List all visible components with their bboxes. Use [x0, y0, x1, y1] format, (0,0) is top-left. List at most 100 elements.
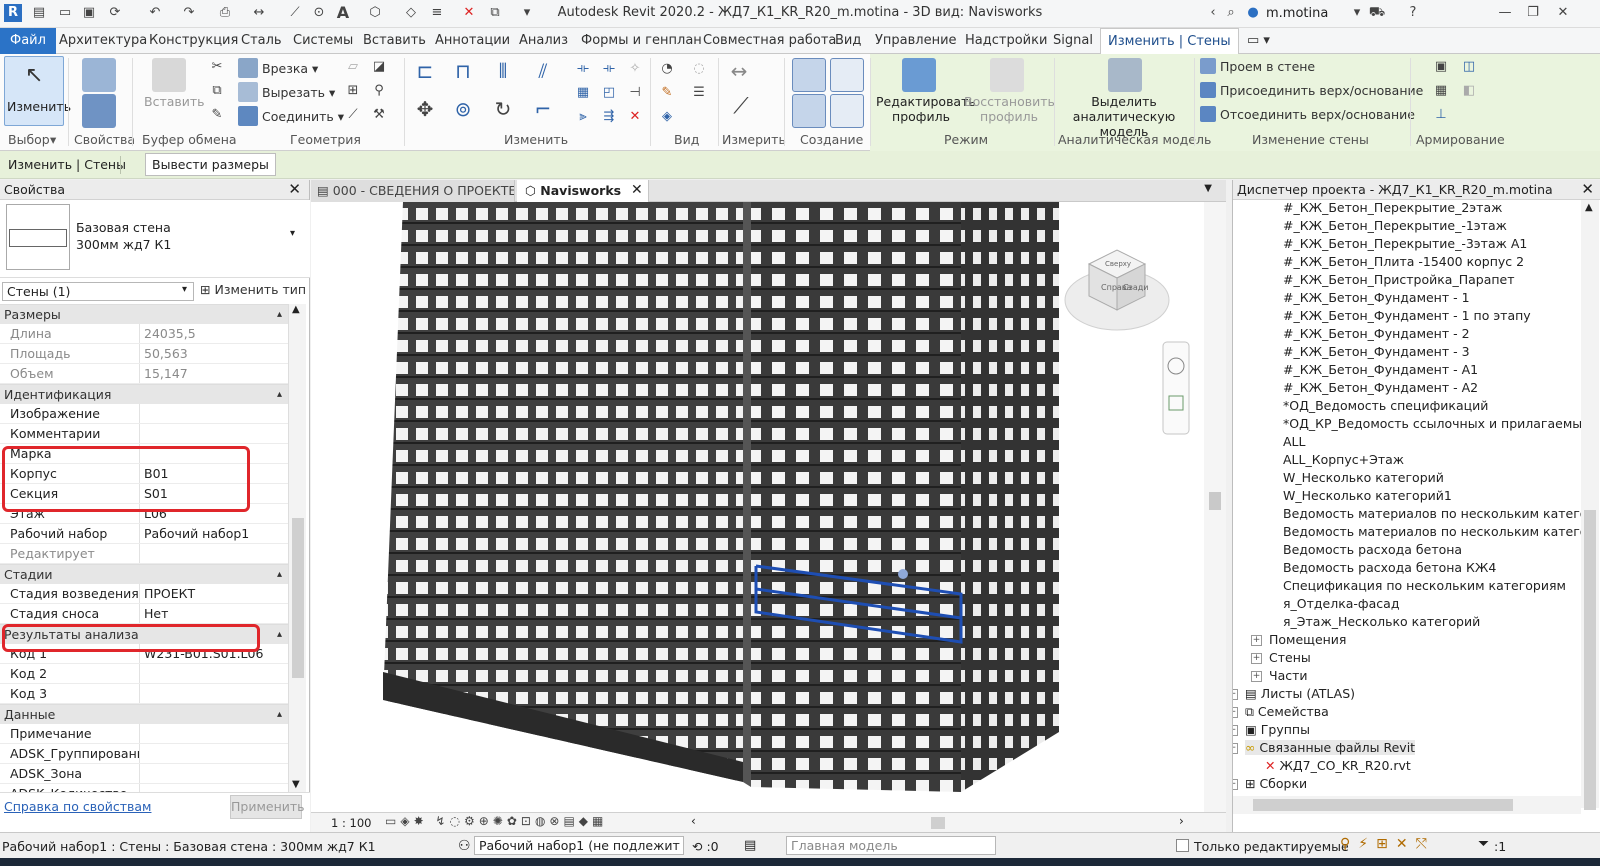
edit-profile-button[interactable]: Редактировать профиль	[876, 94, 976, 124]
property-value[interactable]	[140, 744, 288, 763]
extend-icon[interactable]: ⇶	[600, 108, 618, 126]
browser-schedule-item[interactable]: Ведомость расхода бетона	[1283, 542, 1462, 557]
browser-schedule-item[interactable]: #_КЖ_Бетон_Перекрытие_-3этаж А1	[1283, 236, 1527, 251]
scale-icon[interactable]: ◰	[600, 84, 618, 102]
hscroll-left-icon[interactable]: ‹	[691, 814, 696, 828]
scale-button[interactable]: 1 : 100	[331, 816, 371, 830]
properties-panel[interactable]: Свойства	[74, 132, 135, 147]
tab-analyze[interactable]: Анализ	[512, 28, 575, 54]
tab-file[interactable]: Файл	[0, 28, 56, 54]
browser-schedule-item[interactable]: W_Несколько категорий	[1283, 470, 1444, 485]
property-group[interactable]: Размеры ▴	[0, 304, 288, 324]
browser-schedule-item[interactable]: #_КЖ_Бетон_Пристройка_Парапет	[1283, 272, 1515, 287]
browser-schedule-item[interactable]: #_КЖ_Бетон_Фундамент - А1	[1283, 362, 1478, 377]
tab-collaborate[interactable]: Совместная работа	[696, 28, 843, 54]
property-group[interactable]: Данные ▴	[0, 704, 288, 724]
property-row[interactable]: Код 2	[0, 664, 288, 684]
editable-only-checkbox[interactable]	[1176, 839, 1189, 852]
override-icon[interactable]: ☰	[690, 84, 708, 102]
nav-forward-icon[interactable]: ⌕	[1222, 4, 1240, 22]
browser-node-links[interactable]: ∞ Связанные файлы Revit	[1245, 740, 1416, 755]
property-group[interactable]: Идентификация ▴	[0, 384, 288, 404]
browser-schedule-item[interactable]: *ОД_КР_Ведомость ссылочных и прилагаемых	[1283, 416, 1581, 431]
rotate-icon[interactable]: ↻	[494, 99, 512, 119]
move-icon[interactable]: ✥	[416, 99, 434, 119]
browser-node-walls[interactable]: Стены	[1269, 650, 1311, 665]
design-options-icon[interactable]: ▤	[744, 838, 756, 853]
mirror-draw-icon[interactable]: ⫽	[534, 61, 552, 81]
hscroll-right-icon[interactable]: ›	[1179, 814, 1184, 828]
browser-schedule-item[interactable]: #_КЖ_Бетон_Фундамент - А2	[1283, 380, 1478, 395]
split-face-icon[interactable]: ◪	[370, 58, 388, 76]
paint-icon[interactable]: ⊞	[344, 82, 362, 100]
view-control-icons[interactable]: ▭◈✸ ↯◌⚙⊕✺✿⊡◍⊗▤◆▦	[385, 814, 607, 828]
property-row[interactable]: ADSK_Группирование	[0, 744, 288, 764]
property-value[interactable]	[140, 404, 288, 423]
expand-toggle-icon[interactable]: +	[1251, 653, 1262, 664]
property-row[interactable]: Объем 15,147	[0, 364, 288, 384]
modify-button[interactable]: ↖ Изменить	[4, 56, 71, 126]
create-assembly-icon[interactable]	[830, 58, 864, 92]
property-row[interactable]: Комментарии	[0, 424, 288, 444]
apply-button[interactable]: Применить	[230, 795, 305, 819]
collapse-icon[interactable]: ▴	[277, 625, 282, 645]
property-value[interactable]	[140, 764, 288, 783]
split-gap-icon[interactable]: ⟛	[600, 60, 618, 78]
detach-top-base-button[interactable]: Отсоединить верх/основание	[1200, 106, 1415, 122]
tab-manage[interactable]: Управление	[868, 28, 964, 54]
tab-addins[interactable]: Надстройки	[958, 28, 1054, 54]
property-value[interactable]: ПРОЕКТ	[140, 584, 288, 603]
browser-schedule-item[interactable]: W_Несколько категорий1	[1283, 488, 1452, 503]
property-row[interactable]: Площадь 50,563	[0, 344, 288, 364]
tab-steel[interactable]: Сталь	[234, 28, 289, 54]
type-dropdown-icon[interactable]: ▾	[290, 228, 295, 239]
paint-view-icon[interactable]: ◈	[658, 108, 676, 126]
browser-node-families[interactable]: ⧉ Семейства	[1245, 704, 1329, 720]
close-properties-icon[interactable]: ✕	[288, 180, 301, 198]
hscroll-thumb[interactable]	[931, 817, 945, 829]
building-model[interactable]: Справа Сзади Сверху	[311, 202, 1226, 812]
mirror-pick-icon[interactable]: ⫴	[494, 61, 512, 81]
property-row[interactable]: Примечание	[0, 724, 288, 744]
expand-toggle-icon[interactable]: +	[1233, 707, 1238, 718]
delete-icon[interactable]: ✕	[626, 108, 644, 126]
pin-icon[interactable]: ⊣	[626, 84, 644, 102]
instance-filter-dropdown[interactable]: Стены (1)	[2, 282, 194, 301]
browser-schedule-item[interactable]: Ведомость материалов по нескольким катег…	[1283, 506, 1581, 521]
restore-icon[interactable]: ❐	[1524, 4, 1542, 22]
attach-top-base-button[interactable]: Присоединить верх/основание	[1200, 82, 1423, 98]
nav-back-icon[interactable]: ‹	[1204, 4, 1222, 22]
expand-toggle-icon[interactable]: +	[1233, 779, 1238, 790]
analytical-model-icon[interactable]	[1108, 58, 1142, 92]
tab-systems[interactable]: Системы	[286, 28, 360, 54]
browser-schedule-item[interactable]: *ОД_Ведомость спецификаций	[1283, 398, 1488, 413]
edit-profile-icon[interactable]	[902, 58, 936, 92]
hide-icon[interactable]: ◌	[690, 60, 708, 78]
browser-schedule-item[interactable]: #_КЖ_Бетон_Фундамент - 1 по этапу	[1283, 308, 1531, 323]
wall-opening-button[interactable]: Проем в стене	[1200, 58, 1315, 74]
type-properties-icon[interactable]	[82, 58, 116, 92]
measure-distance-icon[interactable]: ⟋	[732, 96, 750, 118]
offset-icon[interactable]: ⊓	[454, 61, 472, 81]
tab-structure[interactable]: Конструкция	[142, 28, 245, 54]
ribbon-toggle-icon[interactable]: ▭ ▾	[1240, 28, 1277, 54]
properties-icon[interactable]	[82, 94, 116, 128]
create-group-icon[interactable]	[792, 94, 826, 128]
browser-scrollbar[interactable]: ▲	[1581, 200, 1599, 810]
select-dropdown-icon[interactable]: ▾	[50, 132, 56, 147]
browser-node-sheets[interactable]: ▤ Листы (ATLAS)	[1245, 686, 1355, 701]
3d-viewport[interactable]: Справа Сзади Сверху	[311, 202, 1226, 812]
property-value[interactable]	[140, 664, 288, 683]
user-name[interactable]: m.motina	[1266, 6, 1328, 21]
user-icon[interactable]: ●	[1244, 4, 1262, 22]
tab-signal[interactable]: Signal	[1046, 28, 1100, 54]
property-group[interactable]: Стадии ▴	[0, 564, 288, 584]
tabs-dropdown-icon[interactable]: ▼	[1204, 183, 1212, 194]
cut-icon[interactable]: ✂	[208, 58, 226, 76]
tab-massing-site[interactable]: Формы и генплан	[574, 28, 709, 54]
help-icon[interactable]: ?	[1404, 4, 1422, 22]
browser-schedule-item[interactable]: Ведомость расхода бетона КЖ4	[1283, 560, 1496, 575]
expand-toggle-icon[interactable]: +	[1233, 689, 1238, 700]
collapse-icon[interactable]: ▴	[277, 385, 282, 405]
bulb-icon[interactable]: ◔	[658, 60, 676, 78]
